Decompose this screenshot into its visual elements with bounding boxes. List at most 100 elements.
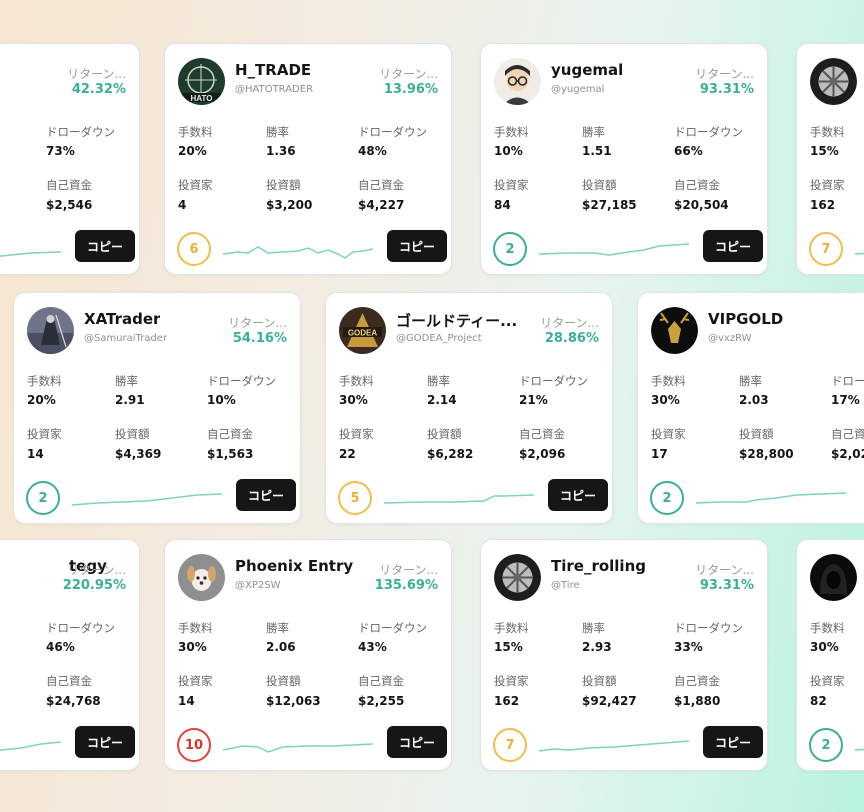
performance-sparkline xyxy=(855,252,864,255)
dog-icon xyxy=(178,554,225,601)
drawdown-value: 43% xyxy=(358,640,387,654)
trader-card[interactable]: Tire_rolling @Tire リターン... 93.31% 手数料 15… xyxy=(480,539,768,771)
investors-value: 162 xyxy=(494,694,520,708)
rank-badge: 2 xyxy=(493,232,527,266)
winrate-label: 勝率 xyxy=(266,125,289,139)
drawdown-label: ドローダウン xyxy=(519,374,588,388)
winrate-value: 2.14 xyxy=(427,393,457,407)
trader-card[interactable]: HATO H_TRADE @HATOTRADER リターン... 13.96% … xyxy=(164,43,452,275)
copy-button[interactable]: コピー xyxy=(387,230,447,262)
fee-label: 手数料 xyxy=(651,374,686,388)
gold-deer-icon xyxy=(651,307,698,354)
godea-logo-icon: GODEA xyxy=(339,307,386,354)
copy-button[interactable]: コピー xyxy=(75,230,135,262)
winrate-label: 勝率 xyxy=(115,374,138,388)
fee-label: 手数料 xyxy=(178,621,213,635)
trader-name[interactable]: yugemal xyxy=(551,61,623,79)
trader-card[interactable]: XATrader @SamuraiTrader リターン... 54.16% 手… xyxy=(13,292,301,524)
trader-name[interactable]: Phoenix Entry xyxy=(235,557,353,575)
fee-value: 10% xyxy=(494,144,523,158)
trader-card[interactable]: 手数料 15% 投資家 162 7 xyxy=(796,43,864,275)
fee-label: 手数料 xyxy=(494,125,529,139)
rank-badge: 2 xyxy=(650,481,684,515)
performance-sparkline xyxy=(855,748,864,751)
samurai-icon xyxy=(27,307,74,354)
trader-handle: @Tire xyxy=(551,580,580,591)
fee-value: 20% xyxy=(178,144,207,158)
drawdown-value: 17% xyxy=(831,393,860,407)
winrate-label: 勝率 xyxy=(427,374,450,388)
trader-name[interactable]: Tire_rolling xyxy=(551,557,646,575)
investors-value: 22 xyxy=(339,447,356,461)
amount-value: $3,200 xyxy=(266,198,313,212)
trader-card[interactable]: GODEA ゴールドティー... @GODEA_Project リターン... … xyxy=(325,292,613,524)
winrate-value: 2.03 xyxy=(739,393,769,407)
trader-name[interactable]: ゴールドティー... xyxy=(396,310,517,331)
equity-value: $24,768 xyxy=(46,694,101,708)
return-value: 54.16% xyxy=(232,331,287,346)
equity-label: 自己資金 xyxy=(674,674,720,688)
amount-value: $6,282 xyxy=(427,447,474,461)
performance-sparkline xyxy=(0,741,61,751)
copy-button[interactable]: コピー xyxy=(703,230,763,262)
trader-card[interactable]: リターン... 42.32% ドローダウン 73% 自己資金 $2,546 コピ… xyxy=(0,43,140,275)
trader-card[interactable]: yugemal @yugemal リターン... 93.31% 手数料 10% … xyxy=(480,43,768,275)
copy-button[interactable]: コピー xyxy=(548,479,608,511)
drawdown-label: ドローダウン xyxy=(358,125,427,139)
rank-badge: 2 xyxy=(809,728,843,762)
investors-value: 84 xyxy=(494,198,511,212)
return-value: 42.32% xyxy=(71,82,126,97)
winrate-label: 勝率 xyxy=(582,621,605,635)
equity-label: 自己資金 xyxy=(358,674,404,688)
winrate-value: 1.36 xyxy=(266,144,296,158)
trader-card[interactable]: VIPGOLD @vxzRW 手数料 30% 勝率 2.03 ドローダウン 17… xyxy=(637,292,864,524)
investors-label: 投資家 xyxy=(494,674,529,688)
amount-value: $28,800 xyxy=(739,447,794,461)
copy-button[interactable]: コピー xyxy=(703,726,763,758)
investors-label: 投資家 xyxy=(339,427,374,441)
amount-label: 投資額 xyxy=(582,674,617,688)
winrate-value: 1.51 xyxy=(582,144,612,158)
equity-value: $2,546 xyxy=(46,198,93,212)
investors-label: 投資家 xyxy=(178,674,213,688)
drawdown-value: 48% xyxy=(358,144,387,158)
return-value: 93.31% xyxy=(699,82,754,97)
rank-badge: 10 xyxy=(177,728,211,762)
trader-card[interactable]: Phoenix Entry @XP2SW リターン... 135.69% 手数料… xyxy=(164,539,452,771)
return-label: リターン... xyxy=(695,67,754,81)
drawdown-label: ドローダウン xyxy=(831,374,864,388)
copy-button[interactable]: コピー xyxy=(387,726,447,758)
investors-label: 投資家 xyxy=(651,427,686,441)
investors-label: 投資家 xyxy=(178,178,213,192)
trader-name[interactable]: H_TRADE xyxy=(235,61,311,79)
trader-handle: @SamuraiTrader xyxy=(84,333,168,344)
copy-button[interactable]: コピー xyxy=(236,479,296,511)
equity-label: 自己資金 xyxy=(674,178,720,192)
fee-value: 20% xyxy=(27,393,56,407)
trader-name[interactable]: XATrader xyxy=(84,310,160,328)
copy-button[interactable]: コピー xyxy=(75,726,135,758)
drawdown-value: 10% xyxy=(207,393,236,407)
equity-value: $1,563 xyxy=(207,447,254,461)
performance-sparkline xyxy=(72,493,222,506)
fee-value: 30% xyxy=(810,640,839,654)
amount-label: 投資額 xyxy=(266,674,301,688)
trader-name[interactable]: VIPGOLD xyxy=(708,310,783,328)
equity-value: $2,255 xyxy=(358,694,405,708)
fee-value: 30% xyxy=(651,393,680,407)
drawdown-value: 66% xyxy=(674,144,703,158)
trader-card[interactable]: tegy リターン... 220.95% ドローダウン 46% 自己資金 $24… xyxy=(0,539,140,771)
equity-label: 自己資金 xyxy=(46,178,92,192)
rank-badge: 7 xyxy=(493,728,527,762)
amount-value: $92,427 xyxy=(582,694,637,708)
performance-sparkline xyxy=(223,743,373,753)
amount-label: 投資額 xyxy=(115,427,150,441)
equity-label: 自己資金 xyxy=(358,178,404,192)
winrate-value: 2.91 xyxy=(115,393,145,407)
trader-card[interactable]: 手数料 30% 投資家 82 2 xyxy=(796,539,864,771)
trader-handle: @HATOTRADER xyxy=(235,84,314,95)
equity-value: $1,880 xyxy=(674,694,721,708)
trader-handle: @GODEA_Project xyxy=(396,333,482,344)
investors-value: 14 xyxy=(178,694,195,708)
amount-label: 投資額 xyxy=(427,427,462,441)
